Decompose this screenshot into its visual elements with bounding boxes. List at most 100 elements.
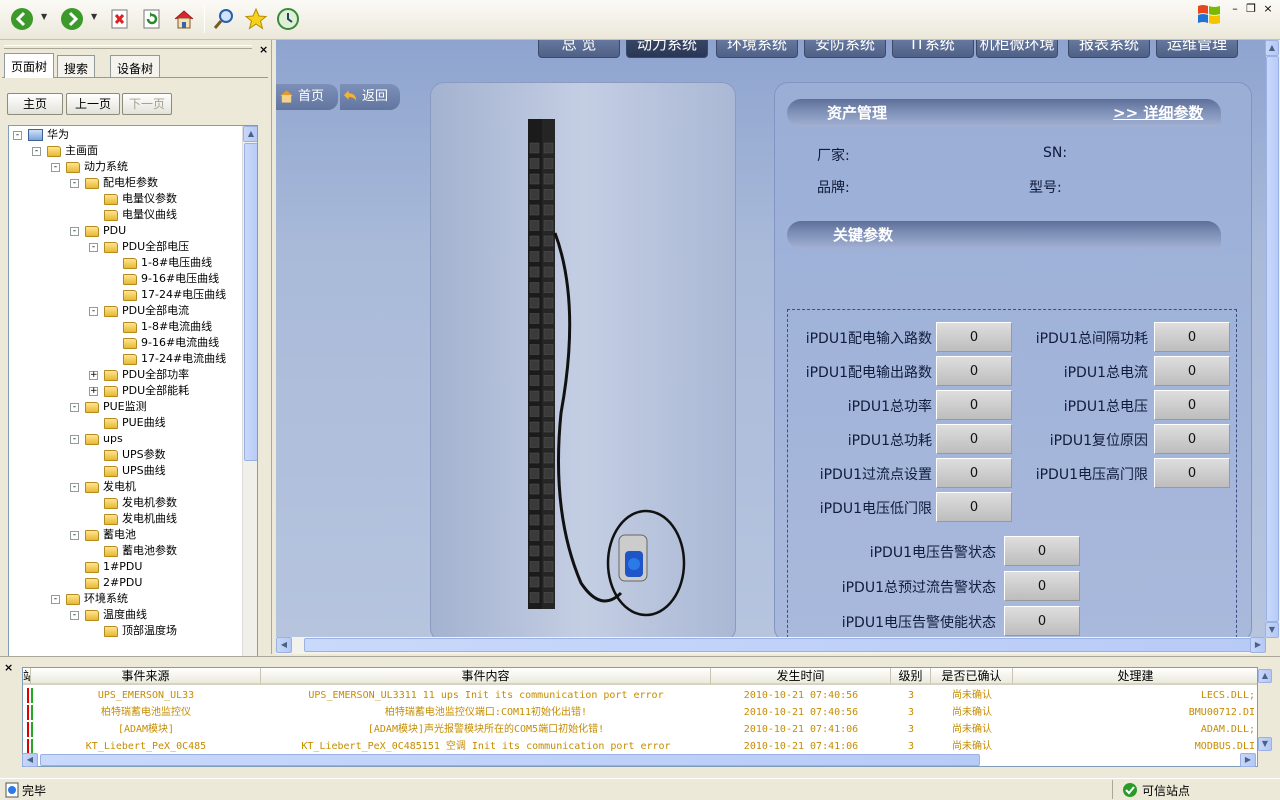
scroll-up-icon[interactable]: ▲ (243, 126, 257, 142)
column-header[interactable]: 事件来源 (31, 668, 261, 685)
tab-device-tree[interactable]: 设备树 (110, 55, 161, 77)
close-icon[interactable]: × (1261, 2, 1275, 16)
scroll-thumb[interactable] (40, 754, 980, 766)
table-cell[interactable]: 柏特瑞蓄电池监控仪 (31, 704, 261, 721)
tree-node[interactable]: UPS曲线 (89, 463, 166, 479)
table-cell[interactable]: 柏特瑞蓄电池监控仪端口:COM11初始化出错! (261, 704, 711, 721)
tree-node[interactable]: 9-16#电流曲线 (108, 335, 219, 351)
next-button[interactable]: 下一页 (122, 93, 172, 115)
collapse-icon[interactable]: - (51, 594, 60, 604)
refresh-icon[interactable] (138, 5, 166, 33)
table-cell[interactable]: 2010-10-21 07:40:56 (711, 687, 891, 704)
menu-item[interactable]: 安防系统 (804, 40, 886, 58)
tree-node[interactable]: PUE曲线 (89, 415, 166, 431)
tree-node[interactable]: 2#PDU (70, 575, 142, 591)
menu-item[interactable]: 动力系统 (626, 40, 708, 58)
collapse-icon[interactable]: - (70, 482, 79, 492)
collapse-icon[interactable]: - (70, 610, 79, 620)
tree-node[interactable]: - PDU全部电压 (89, 239, 189, 255)
table-cell[interactable]: ADAM.DLL; (1013, 721, 1257, 738)
tree-node[interactable]: + PDU全部功率 (89, 367, 189, 383)
history-icon[interactable] (274, 5, 302, 33)
collapse-icon[interactable]: - (70, 226, 79, 236)
menu-item[interactable]: 运维管理 (1156, 40, 1238, 58)
scroll-right-icon[interactable]: ▶ (1240, 753, 1256, 767)
tree-node[interactable]: 蓄电池参数 (89, 543, 177, 559)
tree-node[interactable]: 9-16#电压曲线 (108, 271, 219, 287)
expand-icon[interactable]: + (89, 370, 98, 380)
column-header[interactable]: 是否已确认 (931, 668, 1013, 685)
table-cell[interactable]: 3 (891, 687, 931, 704)
stop-icon[interactable] (106, 5, 134, 33)
column-header[interactable]: 事件内容 (261, 668, 711, 685)
collapse-icon[interactable]: - (70, 530, 79, 540)
scroll-thumb[interactable] (244, 143, 257, 461)
tree-node[interactable]: 电量仪曲线 (89, 207, 177, 223)
back-dropdown-icon[interactable]: ▼ (41, 12, 47, 21)
scroll-left-icon[interactable]: ◀ (276, 637, 292, 653)
tree-node[interactable]: 发电机曲线 (89, 511, 177, 527)
forward-icon[interactable] (58, 5, 86, 33)
table-cell[interactable]: BMU00712.DI (1013, 704, 1257, 721)
restore-icon[interactable]: ❐ (1244, 2, 1258, 16)
tree-scrollbar[interactable]: ▲ ▼ (242, 126, 257, 676)
tree-node[interactable]: - 发电机 (70, 479, 136, 495)
collapse-icon[interactable]: - (13, 130, 22, 140)
menu-item[interactable]: 报表系统 (1068, 40, 1150, 58)
detail-params-link[interactable]: >> 详细参数 (1113, 99, 1203, 127)
collapse-icon[interactable]: - (51, 162, 60, 172)
main-horizontal-scrollbar[interactable]: ◀ ▶ (276, 637, 1266, 654)
tree-node[interactable]: 1-8#电压曲线 (108, 255, 212, 271)
scroll-down-icon[interactable]: ▼ (1258, 737, 1272, 751)
tree-node[interactable]: UPS参数 (89, 447, 166, 463)
table-cell[interactable]: 3 (891, 721, 931, 738)
home-button[interactable]: 主页 (7, 93, 63, 115)
table-cell[interactable]: 尚未确认 (931, 721, 1013, 738)
collapse-icon[interactable]: - (70, 402, 79, 412)
tree-node[interactable]: 17-24#电流曲线 (108, 351, 226, 367)
table-cell[interactable]: 3 (891, 738, 931, 755)
tree-node[interactable]: - 配电柜参数 (70, 175, 158, 191)
tree-node[interactable]: 1-8#电流曲线 (108, 319, 212, 335)
table-cell[interactable]: 尚未确认 (931, 704, 1013, 721)
tree-node[interactable]: 电量仪参数 (89, 191, 177, 207)
home-icon[interactable] (170, 5, 198, 33)
tree-node[interactable]: - ups (70, 431, 123, 447)
table-cell[interactable]: KT_Liebert_PeX_0C485151 空调 Init its comm… (261, 738, 711, 755)
table-cell[interactable]: MODBUS.DLI (1013, 738, 1257, 755)
back-link[interactable]: 返回 (340, 84, 400, 110)
menu-item[interactable]: 环境系统 (716, 40, 798, 58)
prev-button[interactable]: 上一页 (66, 93, 120, 115)
table-cell[interactable]: LECS.DLL; (1013, 687, 1257, 704)
table-cell[interactable]: 2010-10-21 07:41:06 (711, 721, 891, 738)
tree-node[interactable]: - 主画面 (32, 143, 98, 159)
table-cell[interactable]: KT_Liebert_PeX_0C485 (31, 738, 261, 755)
collapse-icon[interactable]: - (70, 178, 79, 188)
scroll-right-icon[interactable]: ▶ (1250, 637, 1266, 653)
menu-item[interactable]: IT系统 (892, 40, 974, 58)
tree-node[interactable]: 顶部温度场 (89, 623, 177, 639)
search-icon[interactable] (210, 5, 238, 33)
scroll-thumb[interactable] (1266, 56, 1279, 622)
table-cell[interactable]: 2010-10-21 07:41:06 (711, 738, 891, 755)
tree-node[interactable]: - 环境系统 (51, 591, 128, 607)
scroll-down-icon[interactable]: ▼ (1265, 622, 1279, 638)
column-header[interactable]: 处理建 (1013, 668, 1257, 685)
tree-node[interactable]: - PDU (70, 223, 126, 239)
menu-item[interactable]: 总 览 (538, 40, 620, 58)
minimize-icon[interactable]: – (1228, 2, 1242, 16)
table-cell[interactable]: [ADAM模块]声光报警模块所在的COM5端口初始化错! (261, 721, 711, 738)
tree-node[interactable]: 1#PDU (70, 559, 142, 575)
main-vertical-scrollbar[interactable]: ▲ ▼ (1265, 40, 1280, 638)
tree-node[interactable]: 发电机参数 (89, 495, 177, 511)
close-icon[interactable]: × (259, 43, 268, 56)
tree-node[interactable]: - PUE监测 (70, 399, 147, 415)
tab-page-tree[interactable]: 页面树 (4, 53, 55, 78)
table-cell[interactable]: 3 (891, 704, 931, 721)
favorites-icon[interactable] (242, 5, 270, 33)
column-header[interactable]: 发生时间 (711, 668, 891, 685)
table-cell[interactable]: UPS_EMERSON_UL33 (31, 687, 261, 704)
tree-node[interactable]: - 温度曲线 (70, 607, 147, 623)
tab-search[interactable]: 搜索 (57, 55, 96, 77)
column-header[interactable]: 级别 (891, 668, 931, 685)
